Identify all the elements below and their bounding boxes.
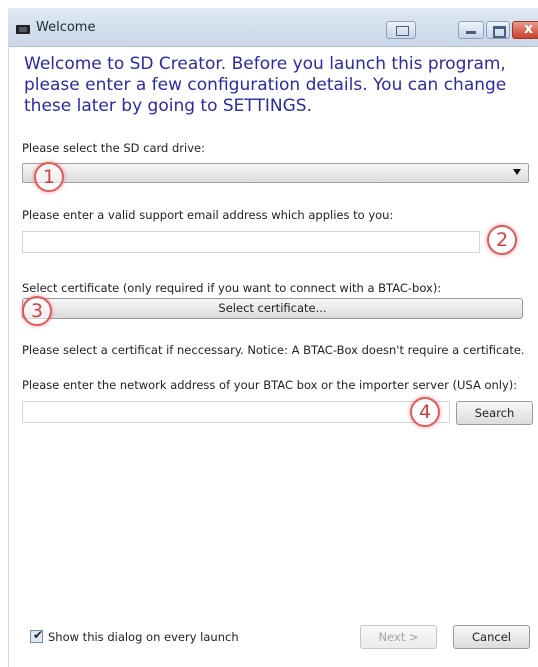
window-title: Welcome (36, 20, 96, 35)
minimize-button[interactable] (458, 21, 484, 39)
show-dialog-checkbox[interactable]: ✔ (30, 628, 44, 643)
certificate-notice: Please select a certificat if neccessary… (22, 343, 525, 357)
minimize-icon (466, 31, 476, 34)
show-dialog-label: Show this dialog on every launch (48, 630, 239, 644)
title-bar[interactable]: Welcome x (8, 8, 538, 47)
next-button[interactable]: Next > (360, 625, 437, 649)
window-icon (396, 26, 409, 36)
sd-drive-dropdown[interactable] (22, 163, 529, 183)
close-icon: x (524, 21, 534, 37)
maximize-icon (493, 26, 506, 38)
maximize-button[interactable] (486, 21, 510, 39)
chevron-down-icon (513, 169, 521, 175)
sd-drive-label: Please select the SD card drive: (22, 141, 205, 155)
annotation-badge-1: 1 (34, 162, 64, 192)
annotation-badge-3: 3 (22, 296, 52, 326)
app-icon (16, 25, 30, 34)
welcome-dialog: Welcome x Welcome to SD Creator. Before … (0, 0, 538, 667)
annotation-badge-2: 2 (487, 225, 517, 255)
certificate-label: Select certificate (only required if you… (22, 281, 442, 295)
extra-title-button[interactable] (386, 21, 416, 39)
search-button[interactable]: Search (456, 401, 533, 425)
close-button[interactable]: x (512, 21, 538, 39)
checkmark-icon: ✔ (33, 628, 44, 642)
network-address-label: Please enter the network address of your… (22, 378, 518, 392)
support-email-input[interactable] (22, 231, 480, 253)
network-address-input[interactable] (22, 401, 450, 423)
support-email-label: Please enter a valid support email addre… (22, 208, 394, 222)
frame-edge (8, 46, 9, 667)
cancel-button[interactable]: Cancel (453, 625, 530, 649)
intro-text: Welcome to SD Creator. Before you launch… (24, 54, 507, 116)
annotation-badge-4: 4 (410, 397, 440, 427)
select-certificate-button[interactable]: Select certificate... (22, 298, 523, 319)
